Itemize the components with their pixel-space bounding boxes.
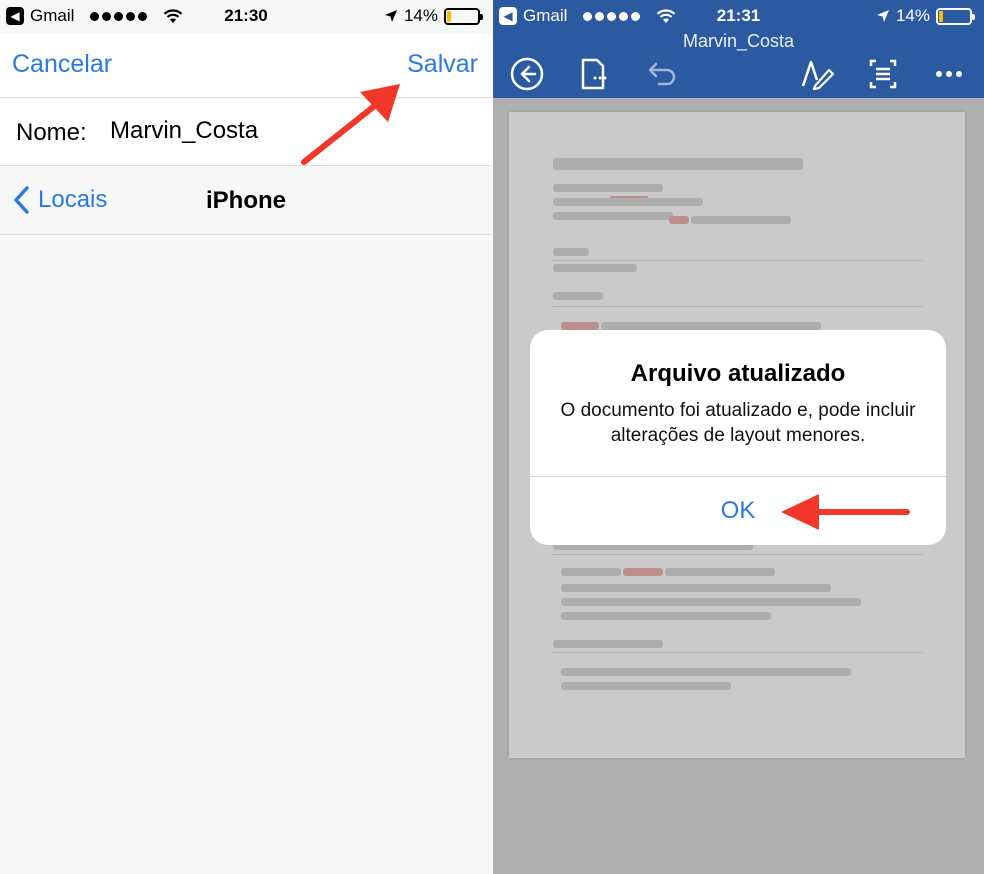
battery-percent: 14% (895, 6, 930, 25)
toolbar-icons (493, 54, 984, 94)
annotation-arrow-icon (301, 84, 400, 165)
locations-back-button[interactable]: Locais (12, 185, 107, 215)
alert-message: O documento foi atualizado e, pode inclu… (560, 400, 916, 446)
document-screen: ◀ Gmail 21:31 14% Marvin_Costa Arquivo a… (493, 0, 984, 874)
status-bar: ◀ Gmail 21:30 14% (0, 0, 492, 34)
wifi-icon (164, 9, 183, 23)
signal-icon (583, 11, 641, 21)
alert-title: Arquivo atualizado (630, 360, 846, 387)
more-icon[interactable] (931, 56, 967, 92)
status-bar: ◀ Gmail 21:31 14% (493, 0, 984, 32)
battery-percent: 14% (403, 6, 438, 25)
back-arrow-icon: ◀ (499, 7, 517, 25)
edit-pen-icon[interactable] (799, 56, 835, 92)
document-title: Marvin_Costa (682, 31, 795, 51)
battery-icon (444, 7, 483, 25)
wifi-icon (657, 9, 676, 23)
back-to-app[interactable]: ◀ Gmail (6, 6, 183, 26)
status-right: 14% (876, 6, 975, 26)
locations-back-label: Locais (38, 186, 108, 213)
location-arrow-icon (876, 10, 889, 22)
filename-label: Nome: (16, 119, 87, 146)
back-to-app[interactable]: ◀ Gmail (499, 6, 676, 26)
back-app-label: Gmail (523, 6, 568, 25)
chevron-left-icon (14, 186, 29, 214)
status-right: 14% (384, 6, 483, 26)
back-circle-icon[interactable] (509, 56, 545, 92)
reading-view-icon[interactable] (865, 56, 901, 92)
undo-icon[interactable] (641, 56, 677, 92)
signal-icon (90, 11, 148, 21)
document-icon[interactable] (575, 56, 611, 92)
annotation-arrow-icon (781, 494, 910, 530)
back-app-label: Gmail (30, 6, 75, 25)
battery-icon (936, 7, 975, 25)
location-arrow-icon (384, 10, 397, 22)
word-toolbar: ◀ Gmail 21:31 14% Marvin_Costa (493, 0, 984, 98)
cancel-button[interactable]: Cancelar (12, 50, 112, 79)
back-arrow-icon: ◀ (6, 7, 24, 25)
save-dialog-screen: ◀ Gmail 21:30 14% Cancelar Salvar Nome: (0, 0, 492, 874)
